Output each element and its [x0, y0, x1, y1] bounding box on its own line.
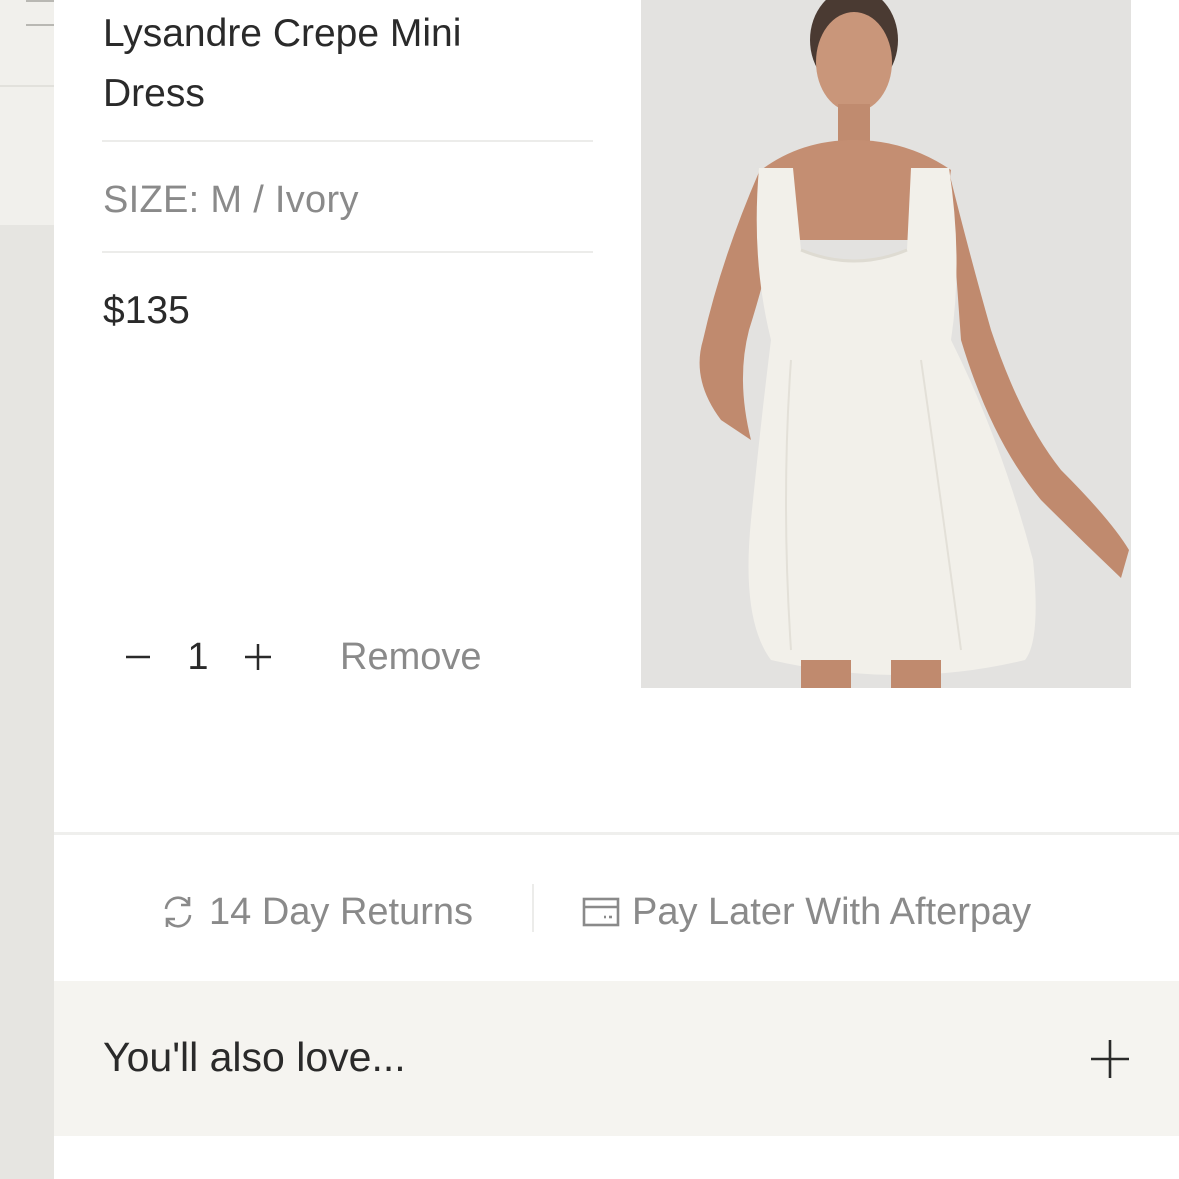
- afterpay-perk[interactable]: Pay Later With Afterpay: [582, 860, 1031, 964]
- quantity-value: 1: [187, 635, 209, 678]
- section-divider: [54, 832, 1179, 835]
- decrease-quantity-button[interactable]: [114, 633, 162, 681]
- backdrop-divider: [0, 85, 54, 87]
- variant-divider: [102, 251, 593, 253]
- product-variant: SIZE: M / Ivory: [103, 179, 359, 221]
- perk-separator: [532, 884, 534, 932]
- cart-page: Lysandre Crepe Mini Dress SIZE: M / Ivor…: [0, 0, 1179, 1179]
- returns-label: 14 Day Returns: [209, 890, 474, 933]
- quantity-stepper: 1 Remove: [114, 626, 482, 688]
- remove-item-link[interactable]: Remove: [340, 636, 482, 679]
- plus-icon: [1091, 1040, 1129, 1078]
- recommendations-accordion[interactable]: You'll also love...: [54, 981, 1179, 1136]
- menu-icon[interactable]: [26, 0, 54, 30]
- increase-quantity-button[interactable]: [234, 633, 282, 681]
- cart-drawer: Lysandre Crepe Mini Dress SIZE: M / Ivor…: [54, 0, 1179, 1179]
- title-divider: [102, 140, 593, 142]
- returns-perk[interactable]: 14 Day Returns: [159, 860, 473, 964]
- afterpay-label: Pay Later With Afterpay: [632, 890, 1032, 933]
- product-title[interactable]: Lysandre Crepe Mini Dress: [103, 4, 543, 124]
- refresh-icon: [164, 896, 192, 928]
- perks-bar: 14 Day Returns Pay Later With Afterpay: [54, 860, 1179, 964]
- dress-model-illustration: [641, 0, 1131, 688]
- product-image[interactable]: [641, 0, 1131, 688]
- minus-icon: [126, 655, 150, 659]
- plus-icon: [245, 644, 271, 670]
- credit-card-icon: [582, 897, 620, 927]
- recommendations-label: You'll also love...: [103, 1034, 406, 1080]
- product-price: $135: [103, 289, 190, 332]
- backdrop-header-area: [0, 0, 54, 225]
